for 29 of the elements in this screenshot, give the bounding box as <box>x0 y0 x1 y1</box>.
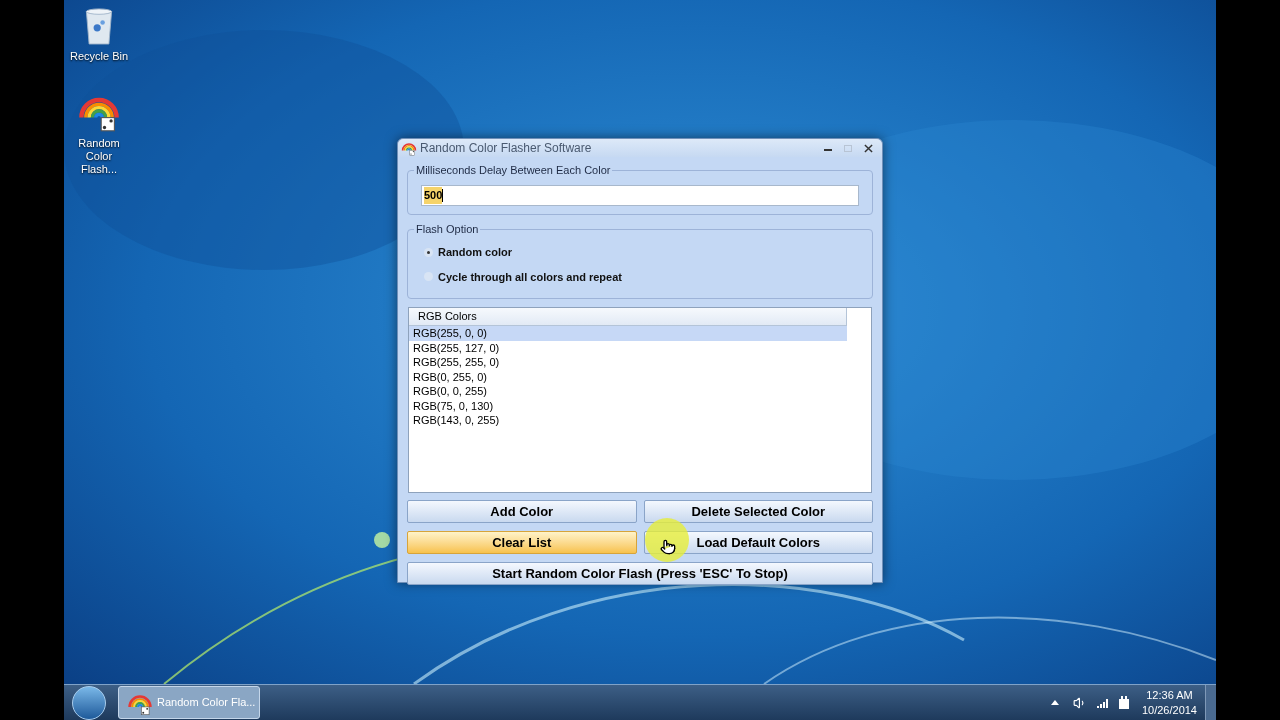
app-icon <box>401 140 417 156</box>
pointer-icon <box>660 538 676 556</box>
list-row[interactable]: RGB(0, 0, 255) <box>409 384 847 399</box>
signal-icon[interactable] <box>1095 696 1110 709</box>
tray-arrow-icon[interactable] <box>1050 700 1059 705</box>
action-button[interactable]: Add Color <box>407 500 637 523</box>
delay-input[interactable]: 500 <box>421 185 859 206</box>
icon-label[interactable]: Random Color Flash... <box>67 137 131 176</box>
group-legend: Flash Option <box>414 222 481 236</box>
list-row[interactable]: RGB(143, 0, 255) <box>409 413 847 428</box>
group-legend: Milliseconds Delay Between Each Color <box>414 163 613 177</box>
power-plug-icon[interactable] <box>1117 695 1130 710</box>
icon-label[interactable]: Recycle Bin <box>67 50 131 63</box>
close-icon[interactable] <box>864 143 873 153</box>
action-button[interactable]: Delete Selected Color <box>643 500 873 523</box>
window-title: Random Color Flasher Software <box>420 140 592 157</box>
action-button[interactable]: Start Random Color Flash (Press 'ESC' To Stop) <box>407 562 873 585</box>
start-button[interactable] <box>72 685 106 720</box>
radio-button[interactable] <box>424 247 433 257</box>
column-header[interactable]: RGB Colors <box>409 308 847 326</box>
radio-label: Cycle through all colors and repeat <box>438 269 622 285</box>
radio-label: Random color <box>438 245 512 260</box>
list-row[interactable]: RGB(255, 255, 0) <box>409 355 847 370</box>
list-row[interactable]: RGB(75, 0, 130) <box>409 398 847 413</box>
clock[interactable]: 12:36 AM 10/26/2014 <box>1141 687 1197 718</box>
list-row[interactable]: RGB(255, 0, 0) <box>409 326 847 341</box>
list-row[interactable]: RGB(255, 127, 0) <box>409 340 847 355</box>
list-row[interactable]: RGB(0, 255, 0) <box>409 369 847 384</box>
action-button[interactable]: Clear List <box>407 531 637 554</box>
